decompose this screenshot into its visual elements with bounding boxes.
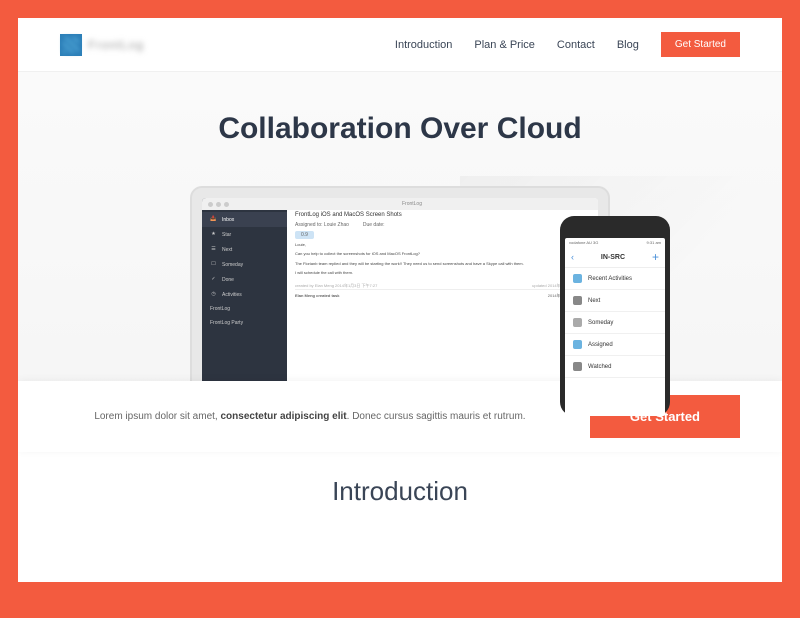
- logo[interactable]: FrontLog: [60, 34, 144, 56]
- back-icon[interactable]: ‹: [571, 252, 574, 262]
- phone-title: IN-SRC: [601, 254, 625, 261]
- hero-section: Collaboration Over Cloud FrontLog 📥Inbox…: [18, 72, 782, 452]
- intro-heading: Introduction: [42, 476, 758, 507]
- sidebar-item-next[interactable]: ☰Next: [202, 242, 287, 257]
- main-nav: Introduction Plan & Price Contact Blog G…: [395, 32, 740, 57]
- sidebar-item-frontlog-party[interactable]: FrontLog Party: [202, 316, 287, 330]
- sidebar-item-someday[interactable]: ☐Someday: [202, 257, 287, 272]
- laptop-titlebar: FrontLog: [202, 198, 598, 210]
- nav-introduction[interactable]: Introduction: [395, 33, 452, 57]
- device-showcase: FrontLog 📥Inbox ★Star ☰Next ☐Someday ✓Do…: [60, 176, 740, 416]
- phone-navbar: ‹ IN-SRC +: [565, 247, 665, 268]
- phone-mockup: vodafone AU 3G9:31 am ‹ IN-SRC + Recent …: [560, 216, 670, 416]
- phone-item-someday[interactable]: Someday: [565, 312, 665, 334]
- site-header: FrontLog Introduction Plan & Price Conta…: [18, 18, 782, 72]
- logo-icon: [60, 34, 82, 56]
- box-icon: [573, 318, 582, 327]
- task-title: FrontLog iOS and MacOS Screen Shots: [295, 212, 590, 218]
- logo-text: FrontLog: [88, 38, 144, 52]
- sidebar-item-done[interactable]: ✓Done: [202, 272, 287, 287]
- star-icon: ★: [210, 231, 217, 238]
- inbox-icon: 📥: [210, 216, 217, 223]
- check-icon: ✓: [210, 276, 217, 283]
- task-progress: 0.9: [295, 232, 590, 238]
- phone-statusbar: vodafone AU 3G9:31 am: [565, 238, 665, 247]
- sidebar-item-frontlog[interactable]: FrontLog: [202, 302, 287, 316]
- sidebar-item-activities[interactable]: ◷Activities: [202, 287, 287, 302]
- list-icon: [573, 296, 582, 305]
- nav-contact[interactable]: Contact: [557, 33, 595, 57]
- laptop-window-title: FrontLog: [402, 201, 422, 207]
- nav-plan-price[interactable]: Plan & Price: [474, 33, 535, 57]
- add-icon[interactable]: +: [652, 251, 659, 263]
- phone-item-assigned[interactable]: Assigned: [565, 334, 665, 356]
- sidebar-item-inbox[interactable]: 📥Inbox: [202, 212, 287, 227]
- activity-icon: ◷: [210, 291, 217, 298]
- task-body: Louie, Can you help to collect the scree…: [295, 242, 590, 277]
- user-icon: [573, 340, 582, 349]
- sidebar-item-star[interactable]: ★Star: [202, 227, 287, 242]
- hero-tagline: Lorem ipsum dolor sit amet, consectetur …: [60, 408, 560, 425]
- activity-row: Elan Meng created task 2014年1月3日 下午7:27: [295, 289, 590, 301]
- phone-item-watched[interactable]: Watched: [565, 356, 665, 378]
- eye-icon: [573, 362, 582, 371]
- infinity-icon: [573, 274, 582, 283]
- phone-item-recent[interactable]: Recent Activities: [565, 268, 665, 290]
- task-assignee-row: Assigned to: Louie Zhao Due date:: [295, 222, 590, 228]
- phone-list: Recent Activities Next Someday Assigned …: [565, 268, 665, 378]
- phone-item-next[interactable]: Next: [565, 290, 665, 312]
- intro-section: Introduction: [18, 452, 782, 531]
- nav-blog[interactable]: Blog: [617, 33, 639, 57]
- hero-title: Collaboration Over Cloud: [60, 112, 740, 146]
- box-icon: ☐: [210, 261, 217, 268]
- list-icon: ☰: [210, 246, 217, 253]
- get-started-button[interactable]: Get Started: [661, 32, 740, 57]
